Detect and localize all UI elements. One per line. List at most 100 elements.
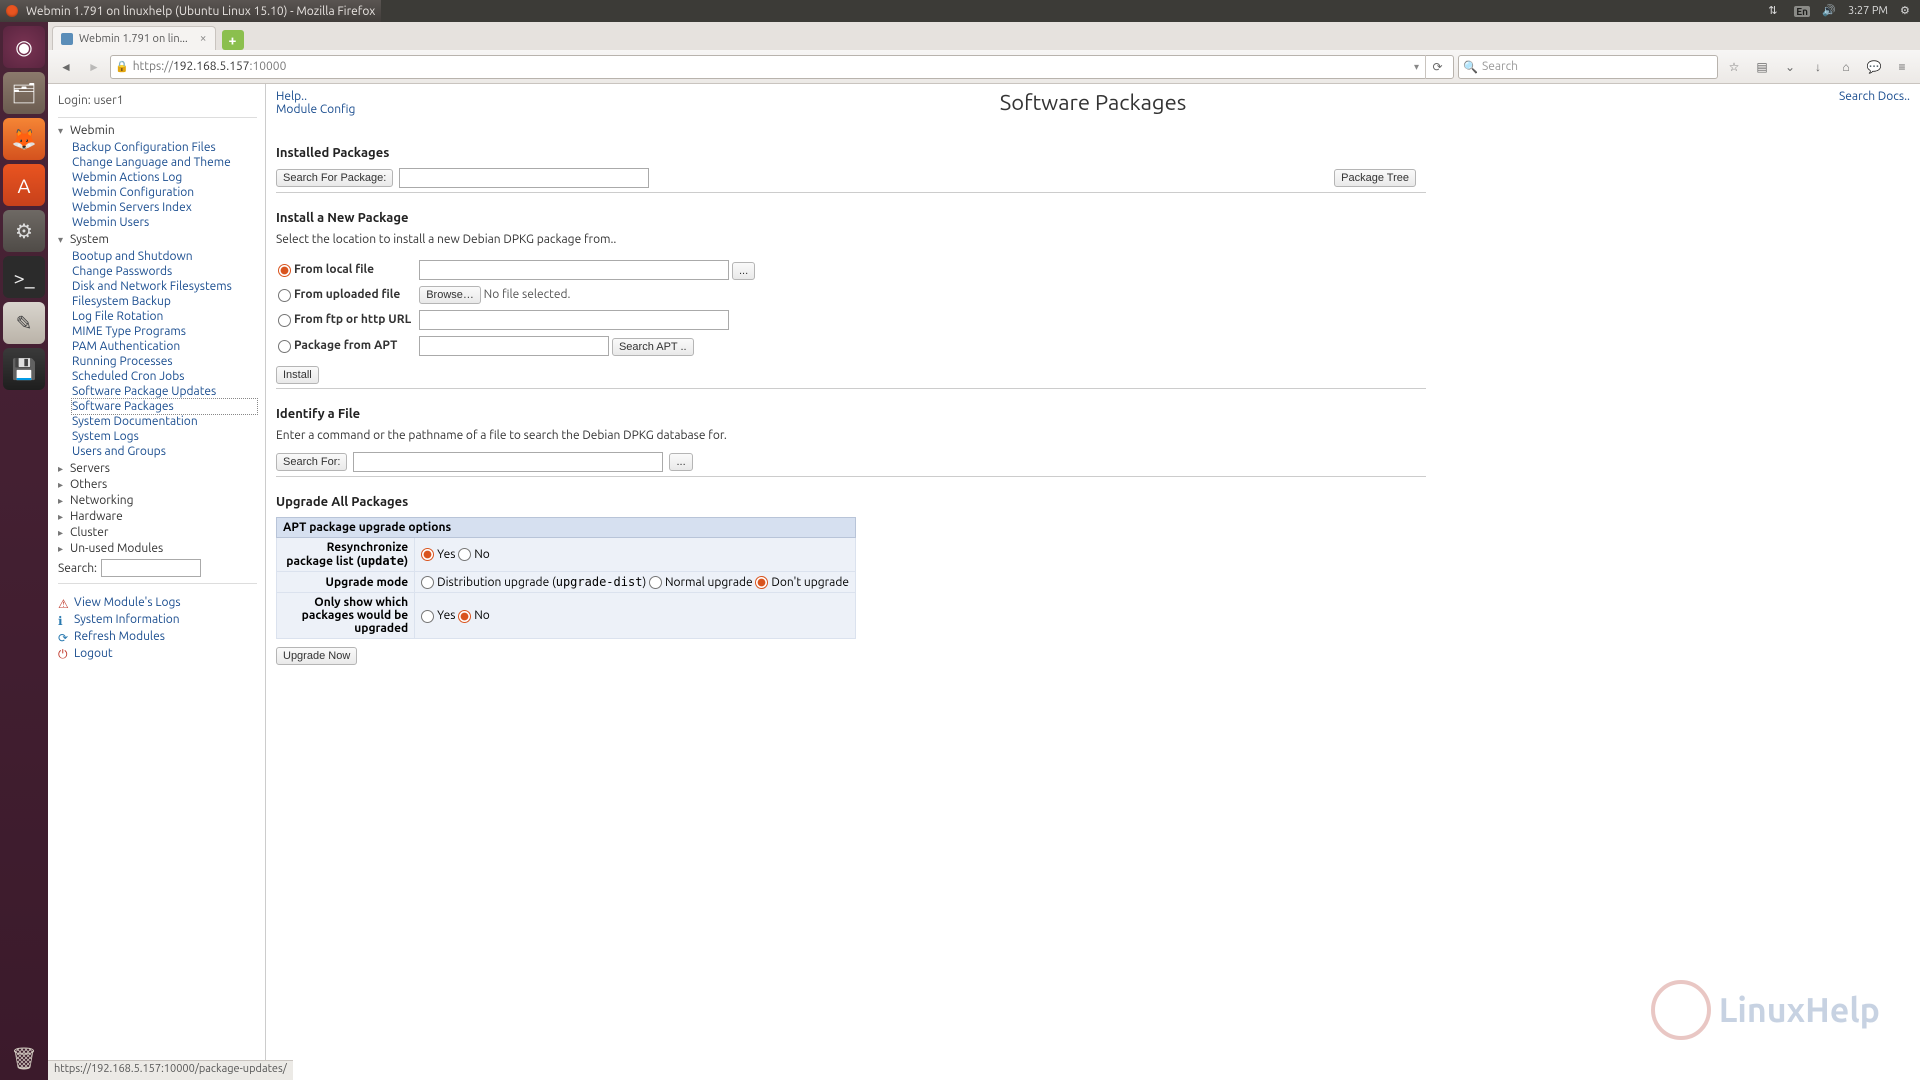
text-editor-icon[interactable]: ✎: [3, 302, 45, 344]
tab-close-icon[interactable]: ×: [200, 32, 207, 45]
sidebar-item[interactable]: Webmin Users: [72, 215, 257, 230]
url-dropdown-icon[interactable]: ▾: [1414, 61, 1419, 73]
search-docs-link[interactable]: Search Docs..: [1839, 90, 1910, 103]
category-system[interactable]: System: [58, 233, 257, 246]
category-webmin[interactable]: Webmin: [58, 124, 257, 137]
reader-icon[interactable]: ▤: [1750, 55, 1774, 79]
gear-icon[interactable]: ⚙: [1900, 4, 1914, 18]
pocket-icon[interactable]: ⌄: [1778, 55, 1802, 79]
logout-link[interactable]: ⏻Logout: [58, 645, 257, 662]
sidebar-item[interactable]: Scheduled Cron Jobs: [72, 369, 257, 384]
bookmark-star-icon[interactable]: ☆: [1722, 55, 1746, 79]
category-unused[interactable]: Un-used Modules: [58, 542, 257, 555]
local-file-input[interactable]: [419, 260, 729, 280]
from-url-radio[interactable]: [278, 314, 291, 327]
search-bar[interactable]: 🔍 Search: [1458, 55, 1718, 79]
local-file-browse-button[interactable]: ...: [732, 262, 755, 280]
category-networking[interactable]: Networking: [58, 494, 257, 507]
sidebar-item[interactable]: Backup Configuration Files: [72, 140, 257, 155]
help-link[interactable]: Help..: [276, 90, 355, 103]
module-config-link[interactable]: Module Config: [276, 103, 355, 116]
from-apt-radio[interactable]: [278, 340, 291, 353]
install-button[interactable]: Install: [276, 366, 319, 384]
sidebar-item[interactable]: Users and Groups: [72, 444, 257, 459]
from-local-radio-label[interactable]: From local file: [278, 263, 374, 276]
sidebar-item[interactable]: Software Package Updates: [72, 384, 257, 399]
category-cluster[interactable]: Cluster: [58, 526, 257, 539]
files-icon[interactable]: 🗂: [3, 72, 45, 114]
home-icon[interactable]: ⌂: [1834, 55, 1858, 79]
sidebar-item[interactable]: Webmin Configuration: [72, 185, 257, 200]
window-close-button[interactable]: [6, 5, 18, 17]
onlyshow-yes[interactable]: Yes: [421, 609, 455, 622]
settings-icon[interactable]: ⚙: [3, 210, 45, 252]
sidebar-item[interactable]: Disk and Network Filesystems: [72, 279, 257, 294]
from-local-radio[interactable]: [278, 264, 291, 277]
back-button[interactable]: ◄: [54, 55, 78, 79]
sidebar-item[interactable]: Bootup and Shutdown: [72, 249, 257, 264]
mode-dist[interactable]: Distribution upgrade (upgrade-dist): [421, 576, 646, 589]
resync-no[interactable]: No: [458, 548, 490, 561]
firefox-icon[interactable]: 🦊: [3, 118, 45, 160]
search-package-input[interactable]: [399, 168, 649, 188]
search-package-button[interactable]: Search For Package:: [276, 169, 393, 187]
forward-button[interactable]: ►: [82, 55, 106, 79]
system-information-link[interactable]: ℹSystem Information: [58, 611, 257, 628]
sidebar-item-software-packages[interactable]: Software Packages: [72, 399, 257, 414]
category-others[interactable]: Others: [58, 478, 257, 491]
menu-icon[interactable]: ≡: [1890, 55, 1914, 79]
sidebar-item[interactable]: PAM Authentication: [72, 339, 257, 354]
chat-icon[interactable]: 💬: [1862, 55, 1886, 79]
upgrade-now-button[interactable]: Upgrade Now: [276, 647, 357, 665]
url-bar[interactable]: 🔒 https://192.168.5.157:10000 ▾ ⟳: [110, 55, 1454, 79]
dash-icon[interactable]: ◉: [3, 26, 45, 68]
mode-dont[interactable]: Don't upgrade: [755, 576, 849, 589]
lock-icon: 🔒: [115, 60, 129, 73]
view-module-logs-link[interactable]: ⚠View Module's Logs: [58, 594, 257, 611]
refresh-modules-link[interactable]: ⟳Refresh Modules: [58, 628, 257, 645]
sidebar-search-input[interactable]: [101, 559, 201, 577]
package-tree-button[interactable]: Package Tree: [1334, 169, 1416, 187]
sidebar-item[interactable]: Change Passwords: [72, 264, 257, 279]
sidebar-item[interactable]: Webmin Actions Log: [72, 170, 257, 185]
network-icon[interactable]: ⇅: [1768, 4, 1782, 18]
category-servers[interactable]: Servers: [58, 462, 257, 475]
install-form: From local file ... From uploaded file B…: [276, 256, 763, 360]
sidebar-item[interactable]: Running Processes: [72, 354, 257, 369]
sound-icon[interactable]: 🔊: [1822, 4, 1836, 18]
new-tab-button[interactable]: +: [222, 30, 244, 50]
browser-tab[interactable]: Webmin 1.791 on lin... ×: [52, 26, 216, 50]
from-uploaded-radio[interactable]: [278, 289, 291, 302]
identify-browse-button[interactable]: ...: [669, 453, 692, 471]
sidebar-item[interactable]: Change Language and Theme: [72, 155, 257, 170]
sidebar-item[interactable]: Webmin Servers Index: [72, 200, 257, 215]
sidebar-item[interactable]: System Documentation: [72, 414, 257, 429]
onlyshow-no[interactable]: No: [458, 609, 490, 622]
resync-yes[interactable]: Yes: [421, 548, 455, 561]
apt-input[interactable]: [419, 336, 609, 356]
search-apt-button[interactable]: Search APT ..: [612, 338, 694, 356]
software-center-icon[interactable]: A: [3, 164, 45, 206]
sidebar-item[interactable]: System Logs: [72, 429, 257, 444]
install-heading: Install a New Package: [276, 211, 1910, 225]
sidebar-item[interactable]: Log File Rotation: [72, 309, 257, 324]
clock[interactable]: 3:27 PM: [1848, 5, 1888, 17]
browse-button[interactable]: Browse…: [419, 286, 481, 304]
url-input[interactable]: [419, 310, 729, 330]
no-file-label: No file selected.: [484, 288, 571, 301]
from-url-radio-label[interactable]: From ftp or http URL: [278, 313, 411, 326]
reload-button[interactable]: ⟳: [1425, 55, 1449, 79]
downloads-icon[interactable]: ↓: [1806, 55, 1830, 79]
sidebar-item[interactable]: MIME Type Programs: [72, 324, 257, 339]
sidebar-item[interactable]: Filesystem Backup: [72, 294, 257, 309]
identify-input[interactable]: [353, 452, 663, 472]
disk-icon[interactable]: 💾: [3, 348, 45, 390]
category-hardware[interactable]: Hardware: [58, 510, 257, 523]
keyboard-lang-indicator[interactable]: En: [1794, 6, 1810, 17]
search-for-button[interactable]: Search For:: [276, 453, 347, 471]
mode-normal[interactable]: Normal upgrade: [649, 576, 753, 589]
from-apt-radio-label[interactable]: Package from APT: [278, 339, 397, 352]
trash-icon[interactable]: 🗑: [3, 1038, 45, 1080]
from-uploaded-radio-label[interactable]: From uploaded file: [278, 288, 400, 301]
terminal-icon[interactable]: >_: [3, 256, 45, 298]
